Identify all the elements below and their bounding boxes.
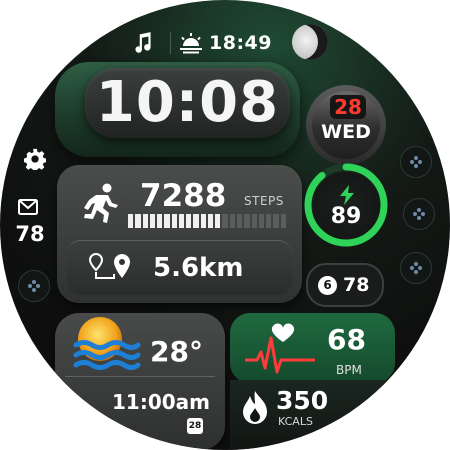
status-time: 18:49 bbox=[209, 32, 272, 54]
steps-progress-segment bbox=[193, 214, 199, 228]
steps-progress-segment bbox=[222, 214, 228, 228]
steps-progress-segment bbox=[178, 214, 185, 228]
steps-progress-segment bbox=[186, 214, 192, 228]
steps-progress-segment bbox=[236, 214, 243, 228]
shortcut-button-left[interactable] bbox=[18, 270, 50, 302]
gear-icon[interactable] bbox=[24, 148, 46, 170]
status-divider bbox=[170, 32, 171, 54]
event-time: 11:00am bbox=[112, 390, 210, 414]
lightning-bolt-icon bbox=[340, 185, 354, 205]
steps-progress-segment bbox=[171, 214, 177, 228]
calories-unit: KCALS bbox=[278, 415, 313, 428]
heart-pulse-icon bbox=[245, 323, 315, 374]
mail-icon[interactable] bbox=[18, 198, 38, 216]
steps-progress-segment bbox=[258, 214, 265, 228]
steps-progress-segment bbox=[164, 214, 170, 228]
steps-progress-segment bbox=[128, 214, 134, 228]
date-day: 28 bbox=[330, 95, 366, 119]
steps-progress-segment bbox=[207, 214, 214, 228]
watch-face: 18:49 10:08 28 WED 78 7288 STEPS 5.6km 8… bbox=[0, 0, 450, 450]
steps-progress-segment bbox=[142, 214, 148, 228]
date-weekday: WED bbox=[321, 121, 371, 143]
steps-progress-segment bbox=[251, 214, 257, 228]
running-icon bbox=[84, 183, 118, 223]
heart-rate-unit: BPM bbox=[336, 363, 362, 377]
steps-progress-segment bbox=[157, 214, 163, 228]
steps-progress-segment bbox=[215, 214, 221, 228]
flower-icon bbox=[410, 262, 422, 274]
temperature: 28° bbox=[150, 335, 203, 368]
sunrise-icon bbox=[180, 33, 202, 54]
steps-progress-segment bbox=[135, 214, 141, 228]
flower-icon bbox=[410, 156, 422, 168]
battery-value: 89 bbox=[330, 204, 362, 229]
music-note-icon[interactable] bbox=[130, 30, 156, 56]
mail-count: 78 bbox=[15, 222, 45, 246]
steps-progress-segment bbox=[200, 214, 206, 228]
steps-progress-segment bbox=[273, 214, 279, 228]
steps-progress-segment bbox=[280, 214, 286, 228]
flower-icon bbox=[413, 208, 425, 220]
steps-progress-bar bbox=[128, 214, 286, 228]
heart-rate-value: 68 bbox=[327, 323, 366, 356]
calories-value: 350 bbox=[276, 386, 329, 415]
main-time[interactable]: 10:08 bbox=[85, 70, 290, 136]
shortcut-button-right-1[interactable] bbox=[400, 146, 432, 178]
weather-divider bbox=[65, 376, 215, 377]
route-icon bbox=[88, 252, 130, 279]
notification-value: 78 bbox=[343, 274, 370, 296]
steps-value: 7288 bbox=[140, 178, 227, 214]
notification-pill[interactable]: 6 78 bbox=[306, 263, 384, 307]
sun-over-water-icon bbox=[73, 317, 141, 370]
calendar-icon[interactable]: 28 bbox=[187, 418, 203, 434]
steps-label: STEPS bbox=[244, 194, 284, 208]
distance-value: 5.6km bbox=[153, 253, 244, 283]
steps-progress-segment bbox=[149, 214, 156, 228]
steps-progress-segment bbox=[266, 214, 272, 228]
steps-progress-segment bbox=[244, 214, 250, 228]
moon-phase-icon bbox=[292, 24, 328, 60]
shortcut-button-right-2[interactable] bbox=[403, 198, 435, 230]
flame-icon bbox=[243, 391, 267, 424]
notification-badge: 6 bbox=[318, 275, 337, 295]
steps-progress-segment bbox=[229, 214, 235, 228]
flower-icon bbox=[28, 280, 40, 292]
shortcut-button-right-3[interactable] bbox=[400, 252, 432, 284]
